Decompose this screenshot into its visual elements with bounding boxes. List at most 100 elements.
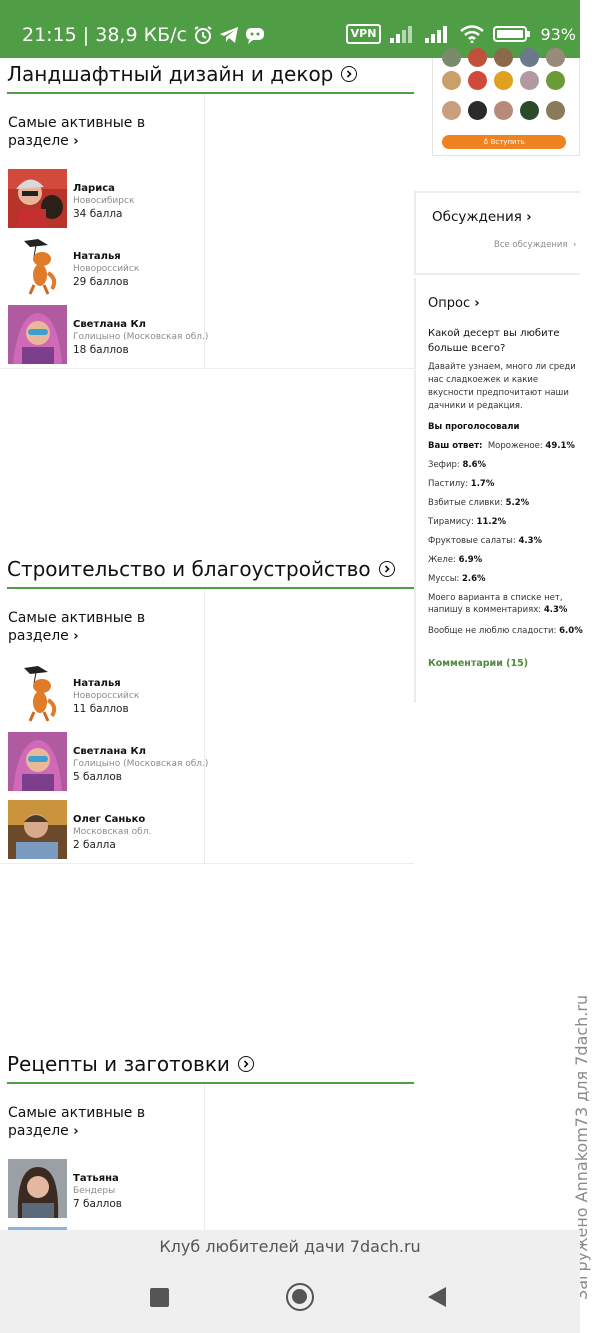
chevron-right-icon[interactable]: › [526,210,531,225]
member-city: Бендеры [73,1186,116,1196]
section-title[interactable]: Рецепты и заготовки [7,1052,254,1076]
status-left: 21:15 | 38,9 КБ/с [22,24,265,46]
group-member-avatar[interactable] [520,48,539,67]
chevron-circle-icon[interactable] [237,1056,254,1072]
member-item[interactable]: Лариса Новосибирск 34 балла [8,169,204,229]
chat-app-icon [245,26,265,44]
member-name[interactable]: Светлана Кл [73,746,146,757]
signal-icon [390,25,416,43]
recents-icon[interactable] [150,1288,169,1307]
avatar[interactable] [8,169,67,228]
chevron-circle-icon[interactable] [341,66,358,82]
section-body: Самые активные в разделе › Лариса Новоси… [0,94,414,369]
member-name[interactable]: Олег Санько [73,814,145,825]
poll-result-row: Фруктовые салаты: 4.3% [428,535,584,547]
poll-result-row: Вообще не люблю сладости: 6.0% [428,625,584,637]
group-member-avatar[interactable] [494,101,513,120]
group-member-avatar[interactable] [494,71,513,90]
status-time: 21:15 | 38,9 КБ/с [22,24,187,46]
group-member-avatar[interactable] [494,48,513,67]
home-icon[interactable] [286,1283,314,1311]
most-active-link[interactable]: Самые активные в разделе › [8,1104,168,1141]
join-button[interactable]: ♁ Вступить [442,135,566,149]
discussions-title-text[interactable]: Обсуждения [432,209,522,225]
avatar[interactable] [8,305,67,364]
section-title[interactable]: Ландшафтный дизайн и декор [7,62,358,86]
group-member-avatar[interactable] [546,71,565,90]
chevron-right-icon[interactable]: › [73,1124,78,1139]
poll-result-row: Тирамису: 11.2% [428,516,584,528]
group-member-avatar[interactable] [520,71,539,90]
poll-title[interactable]: Опрос › [428,296,480,311]
avatar[interactable] [8,237,67,296]
member-name[interactable]: Татьяна [73,1173,119,1184]
watermark-text: Загружено Annakom73 для 7dach.ru [572,994,591,1300]
section-landscape: Ландшафтный дизайн и декор Самые активны… [0,58,414,378]
most-active-link[interactable]: Самые активные в разделе › [8,609,168,646]
group-member-avatar[interactable] [442,48,461,67]
your-answer-label: Ваш ответ: [428,441,483,451]
group-member-avatar[interactable] [468,101,487,120]
avatar[interactable] [8,800,67,859]
discussions-title[interactable]: Обсуждения › [432,209,532,225]
group-member-avatar[interactable] [442,71,461,90]
avatar[interactable] [8,732,67,791]
column-divider [204,94,205,369]
most-active-link[interactable]: Самые активные в разделе › [8,114,168,151]
poll-result-value: 8.6% [462,460,487,470]
member-name[interactable]: Наталья [73,251,121,262]
member-name[interactable]: Светлана Кл [73,319,146,330]
member-name[interactable]: Лариса [73,183,115,194]
alarm-icon [193,25,213,45]
group-member-avatar[interactable] [468,48,487,67]
member-item[interactable]: Олег Санько Московская обл. 2 балла [8,800,204,860]
member-city: Голицыно (Московская обл.) [73,332,209,342]
group-member-avatar[interactable] [546,101,565,120]
chevron-right-icon[interactable]: › [73,629,78,644]
poll-result-row: Муссы: 2.6% [428,573,584,585]
member-points: 11 баллов [73,703,129,715]
vpn-badge: VPN [345,24,382,44]
section-title-text[interactable]: Ландшафтный дизайн и декор [7,62,333,86]
group-member-avatar[interactable] [546,48,565,67]
telegram-icon [219,26,239,44]
poll-result-row: Моего варианта в списке нет, напишу в ко… [428,592,584,616]
group-member-avatar[interactable] [468,71,487,90]
member-item[interactable]: Татьяна Бендеры 7 баллов [8,1159,204,1219]
chevron-right-icon[interactable]: › [474,296,479,311]
section-construction: Строительство и благоустройство Самые ак… [0,553,414,873]
battery-icon [493,25,531,43]
member-points: 29 баллов [73,276,129,288]
url-bar[interactable]: Клуб любителей дачи 7dach.ru [0,1230,580,1265]
group-member-avatar[interactable] [520,101,539,120]
member-item[interactable]: Наталья Новороссийск 11 баллов [8,664,204,724]
poll-voted-label: Вы проголосовали [428,422,520,432]
avatar[interactable] [8,1159,67,1218]
section-title-text[interactable]: Рецепты и заготовки [7,1052,230,1076]
member-city: Новороссийск [73,264,140,274]
member-item[interactable]: Светлана Кл Голицыно (Московская обл.) 1… [8,305,208,365]
chevron-right-icon[interactable]: › [73,134,78,149]
poll-result-value: 5.2% [505,498,530,508]
poll-comments-link[interactable]: Комментарии (15) [428,658,528,669]
join-button-label[interactable]: Вступить [491,138,525,146]
group-member-avatar[interactable] [442,101,461,120]
member-item[interactable]: Светлана Кл Голицыно (Московская обл.) 5… [8,732,208,792]
poll-result-row: Пастилу: 1.7% [428,478,584,490]
group-widget: ♁ Вступить [432,48,580,156]
section-title[interactable]: Строительство и благоустройство [7,557,395,581]
avatar[interactable] [8,664,67,723]
all-discussions-text[interactable]: Все обсуждения [494,240,568,250]
all-discussions-link[interactable]: Все обсуждения › [494,240,576,250]
chevron-circle-icon[interactable] [378,561,395,577]
column-divider [204,589,205,864]
poll-result-value: 11.2% [476,517,507,527]
member-item[interactable]: Наталья Новороссийск 29 баллов [8,237,204,297]
poll-title-text[interactable]: Опрос [428,296,470,311]
back-icon[interactable] [428,1287,446,1307]
section-title-text[interactable]: Строительство и благоустройство [7,557,371,581]
member-name[interactable]: Наталья [73,678,121,689]
member-points: 7 баллов [73,1198,122,1210]
status-right: VPN 93% [345,24,576,44]
poll-result-value: 4.3% [518,536,543,546]
